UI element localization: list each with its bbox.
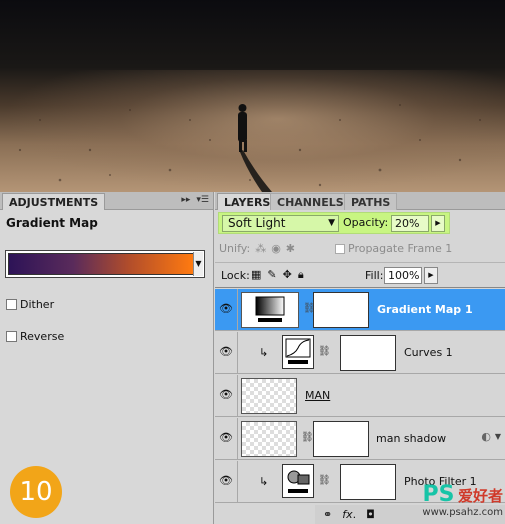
layer-mask-thumbnail[interactable] xyxy=(313,421,369,457)
layer-name[interactable]: Gradient Map 1 xyxy=(377,303,473,316)
opacity-label: Opacity: xyxy=(343,216,389,229)
adjustment-title: Gradient Map xyxy=(6,216,98,230)
layer-curves-1[interactable]: 👁︎ ↳ ⛓ Curves 1 xyxy=(215,332,505,374)
unify-position-icon[interactable]: ⁂ xyxy=(255,242,266,255)
layers-panel: LAYERS CHANNELS PATHS Soft Light ▼ Opaci… xyxy=(215,192,505,524)
unify-visibility-icon[interactable]: ◉ xyxy=(271,242,281,255)
link-icon[interactable]: ⛓ xyxy=(301,432,314,443)
eye-icon[interactable]: 👁︎ xyxy=(219,345,233,359)
desert-speckles xyxy=(18,104,481,192)
watermark-url: www.psahz.com xyxy=(422,507,503,518)
blend-opacity-row: Soft Light ▼ Opacity: 20% ▶ xyxy=(218,212,450,234)
unify-row: Unify: ⁂ ◉ ✱ xyxy=(219,242,295,255)
layer-mask-thumbnail[interactable] xyxy=(313,292,369,328)
panel-buttons: ▸▸ ▾☰ xyxy=(181,195,209,205)
dither-checkbox[interactable] xyxy=(6,299,17,310)
step-badge: 10 xyxy=(10,466,62,518)
canvas-photo xyxy=(0,0,505,192)
layers-tabbar: LAYERS CHANNELS PATHS xyxy=(215,192,505,210)
unify-style-icon[interactable]: ✱ xyxy=(286,242,295,255)
add-mask-icon[interactable]: ◘ xyxy=(366,508,375,521)
watermark: PS 爱好者 www.psahz.com xyxy=(422,482,503,518)
eye-icon[interactable]: 👁︎ xyxy=(219,302,233,316)
layer-thumbnail[interactable] xyxy=(241,378,297,414)
opacity-slider-arrow-icon[interactable]: ▶ xyxy=(431,215,445,232)
layer-man-shadow[interactable]: 👁︎ ⛓ man shadow ◐ ▼ xyxy=(215,418,505,460)
panel-menu-icon[interactable]: ▾☰ xyxy=(196,195,209,205)
blend-mode-value: Soft Light xyxy=(228,216,286,230)
dither-option[interactable]: Dither xyxy=(6,298,54,311)
watermark-chinese: 爱好者 xyxy=(457,487,503,505)
lock-transparent-icon[interactable]: ▦ xyxy=(251,268,261,282)
tab-layers[interactable]: LAYERS xyxy=(217,193,278,210)
layer-thumbnail[interactable] xyxy=(241,421,297,457)
unify-label: Unify: xyxy=(219,242,251,255)
man-shadow-shape xyxy=(240,150,272,192)
divider xyxy=(237,418,238,460)
layer-mask-thumbnail[interactable] xyxy=(340,335,396,371)
propagate-frame-option[interactable]: Propagate Frame 1 xyxy=(335,242,452,255)
layer-mask-thumbnail[interactable] xyxy=(340,464,396,500)
adjustments-tabbar: ADJUSTMENTS ▸▸ ▾☰ xyxy=(0,192,213,210)
lock-fill-row: Lock: ▦ ✎ ✥ 🔒︎ Fill: 100% ▶ xyxy=(215,262,505,288)
tab-paths[interactable]: PATHS xyxy=(344,193,398,210)
collapse-icon[interactable]: ▸▸ xyxy=(181,195,190,205)
lock-label: Lock: xyxy=(221,269,250,282)
link-layers-icon[interactable]: ⚭ xyxy=(323,508,332,521)
chevron-down-icon[interactable]: ▼ xyxy=(495,432,501,441)
tab-adjustments[interactable]: ADJUSTMENTS xyxy=(2,193,106,210)
lock-paint-icon[interactable]: ✎ xyxy=(267,268,276,282)
divider xyxy=(237,332,238,374)
divider xyxy=(237,289,238,331)
man-figure xyxy=(238,112,247,142)
lock-icons: ▦ ✎ ✥ 🔒︎ xyxy=(251,268,304,282)
fill-label: Fill: xyxy=(365,269,384,282)
blend-mode-select[interactable]: Soft Light ▼ xyxy=(222,215,339,232)
chevron-down-icon: ▼ xyxy=(328,218,335,228)
fill-slider-arrow-icon[interactable]: ▶ xyxy=(424,267,438,284)
fill-input[interactable]: 100% xyxy=(384,267,422,284)
watermark-logo: PS xyxy=(422,482,455,507)
gradient-preview[interactable] xyxy=(8,253,194,275)
link-icon[interactable]: ⛓ xyxy=(318,475,331,486)
layer-man[interactable]: 👁︎ MAN xyxy=(215,375,505,417)
layer-name[interactable]: man shadow xyxy=(376,432,446,445)
eye-icon[interactable]: 👁︎ xyxy=(219,431,233,445)
gradient-picker[interactable]: ▼ xyxy=(5,250,205,278)
eye-icon[interactable]: 👁︎ xyxy=(219,474,233,488)
gradient-map-thumbnail[interactable] xyxy=(241,292,299,328)
eye-icon[interactable]: 👁︎ xyxy=(219,388,233,402)
reverse-checkbox[interactable] xyxy=(6,331,17,342)
divider xyxy=(237,375,238,417)
layer-name[interactable]: MAN xyxy=(305,389,330,402)
layer-name[interactable]: Curves 1 xyxy=(404,346,453,359)
propagate-checkbox[interactable] xyxy=(335,243,345,254)
lock-move-icon[interactable]: ✥ xyxy=(283,268,292,282)
propagate-label: Propagate Frame 1 xyxy=(348,242,453,255)
layer-gradient-map-1[interactable]: 👁︎ ⛓ Gradient Map 1 xyxy=(215,289,505,331)
photo-filter-thumbnail[interactable] xyxy=(282,464,314,498)
lock-all-icon[interactable]: 🔒︎ xyxy=(298,268,304,282)
tab-channels[interactable]: CHANNELS xyxy=(270,193,351,210)
adjustments-panel: ADJUSTMENTS ▸▸ ▾☰ Gradient Map ▼ Dither … xyxy=(0,192,214,524)
gradient-dropdown-icon[interactable]: ▼ xyxy=(193,252,203,276)
divider xyxy=(237,461,238,503)
dither-label: Dither xyxy=(20,298,55,311)
reverse-option[interactable]: Reverse xyxy=(6,330,64,343)
fx-icon[interactable]: fx. xyxy=(342,508,356,521)
layer-effects-icon[interactable]: ◐ xyxy=(481,430,491,443)
link-icon[interactable]: ⛓ xyxy=(318,346,331,357)
clipping-arrow-icon: ↳ xyxy=(259,346,269,359)
opacity-input[interactable]: 20% xyxy=(391,215,429,232)
reverse-label: Reverse xyxy=(20,330,65,343)
clipping-arrow-icon: ↳ xyxy=(259,475,269,488)
curves-thumbnail[interactable] xyxy=(282,335,314,369)
